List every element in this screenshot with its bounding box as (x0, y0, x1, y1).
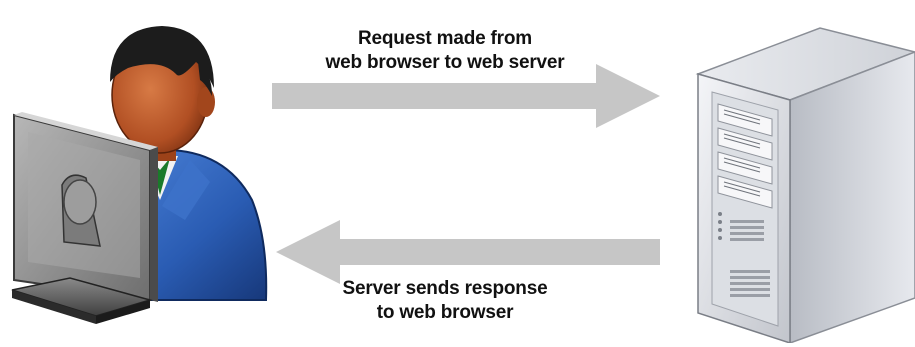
response-label-line1: Server sends response (342, 278, 548, 299)
server-tower-icon (695, 27, 915, 343)
response-label: Server sends response to web browser (290, 277, 600, 325)
request-label-line2: web browser to web server (325, 52, 565, 73)
request-label: Request made from web browser to web ser… (300, 27, 590, 75)
request-label-line1: Request made from (358, 28, 532, 49)
response-label-line2: to web browser (376, 302, 514, 323)
client-server-diagram: Request made from web browser to web ser… (0, 0, 915, 347)
user-at-computer-icon (11, 26, 268, 324)
